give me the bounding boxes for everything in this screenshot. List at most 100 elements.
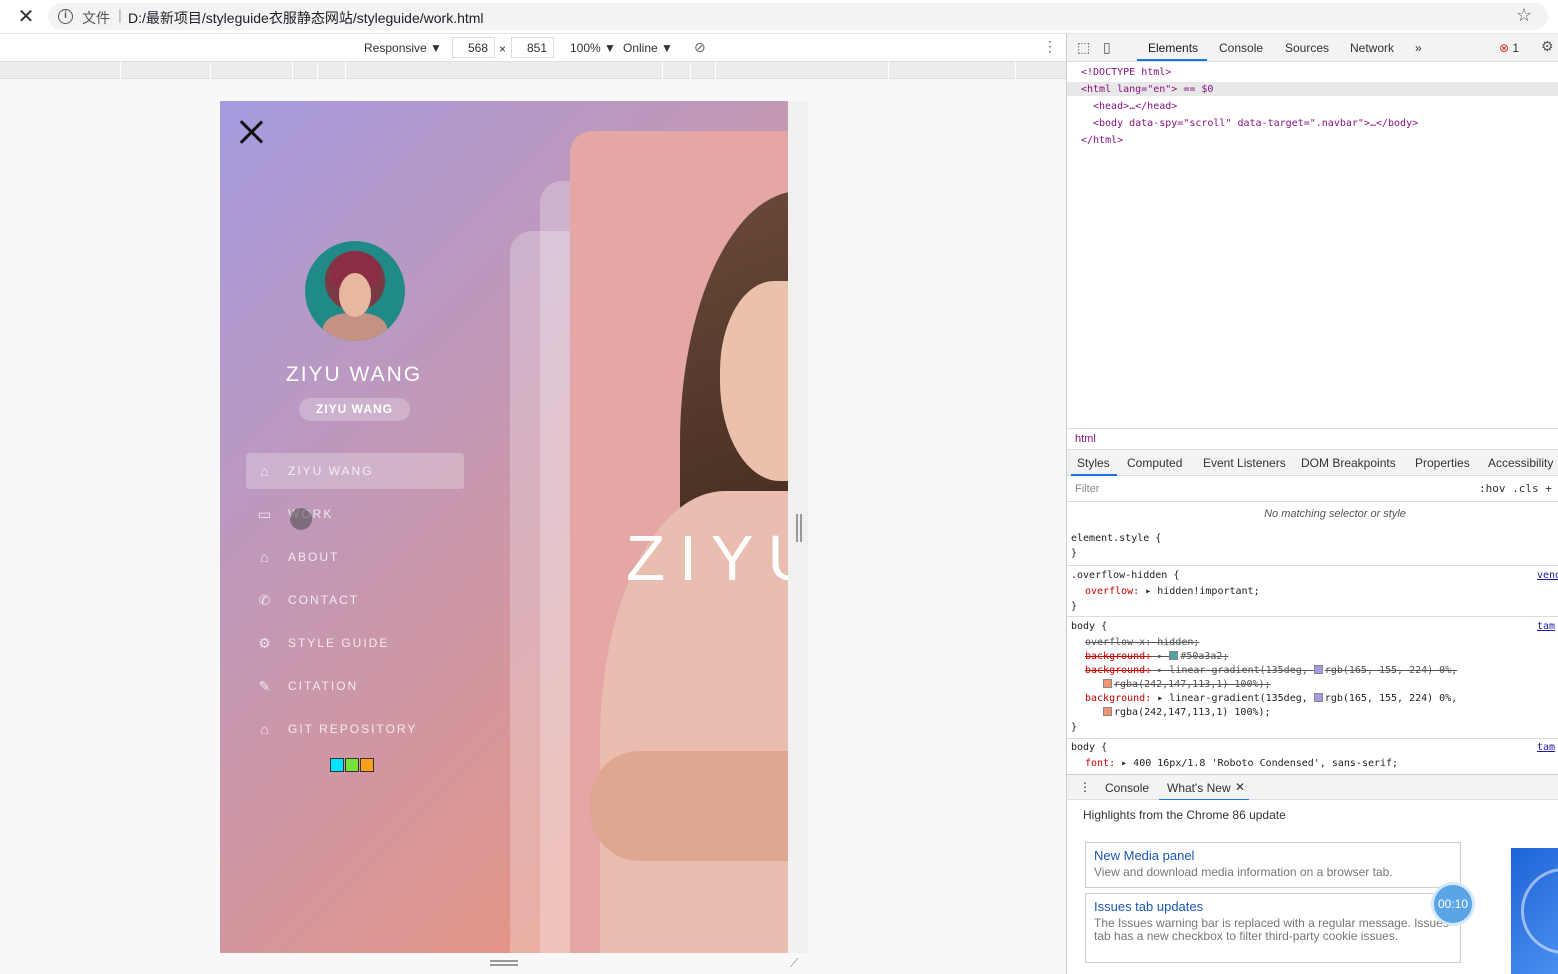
dom-tree: <!DOCTYPE html> <html lang="en"> == $0 <… [1067,62,1558,402]
decl-font[interactable]: font: ▸ 400 16px/1.8 'Roboto Condensed',… [1085,758,1398,769]
more-options-icon[interactable]: ⋮ [1043,38,1057,55]
swatch-cyan[interactable] [330,758,344,772]
rule-overflow-hidden[interactable]: .overflow-hidden {vendor [1071,570,1558,581]
rule-body-font[interactable]: body {tam [1071,742,1558,753]
recording-timer-badge[interactable]: 00:10 [1431,882,1475,926]
nav-item-label: GIT REPOSITORY [288,722,418,736]
nav-item-home[interactable]: ⌂ ZIYU WANG [246,453,464,489]
swatch-green[interactable] [345,758,359,772]
styles-filter-input[interactable]: Filter [1075,483,1099,495]
network-throttle-select[interactable]: Online ▼ [623,41,673,55]
color-swatch-purple [1313,693,1323,702]
rule-element-style[interactable]: element.style { [1071,533,1161,544]
inspect-element-icon[interactable]: ⬚ [1077,39,1090,56]
tab-styles[interactable]: Styles [1077,456,1110,470]
whats-new-card-title[interactable]: New Media panel [1094,848,1452,863]
whats-new-card-desc: View and download media information on a… [1094,865,1393,879]
decl-background-active[interactable]: background: ▸ linear-gradient(135deg, rg… [1085,693,1457,704]
graduation-cap-icon: ⌂ [260,549,269,565]
info-icon[interactable]: i [58,9,73,24]
dom-html-close: </html> [1081,135,1124,146]
error-count: 1 [1512,41,1520,55]
drawer-tab-whats-new[interactable]: What's New [1167,781,1231,795]
hov-cls-buttons[interactable]: :hov .cls + [1479,482,1552,495]
decl-gradient-overridden[interactable]: background: ▸ linear-gradient(135deg, rg… [1085,665,1457,676]
touch-cursor [290,508,312,530]
tab-network[interactable]: Network [1350,41,1394,55]
rule-close: } [1071,601,1078,612]
whats-new-card-title[interactable]: Issues tab updates [1094,899,1452,914]
browser-top-bar: ✕ i 文件 | D:/最新项目/styleguide衣服静态网站/styleg… [0,0,1558,34]
menu-close-icon[interactable] [238,119,264,145]
nav-item-git-repository[interactable]: ⌂ GIT REPOSITORY [246,711,464,747]
color-swatch-orange [1103,707,1112,716]
tab-properties[interactable]: Properties [1415,456,1470,470]
viewport-height-input[interactable]: 851 [511,37,554,58]
error-icon: ⊗ [1499,41,1510,55]
dimension-times: × [499,42,507,56]
whats-new-card[interactable]: Issues tab updates The Issues warning ba… [1085,893,1461,963]
viewport-resize-corner[interactable]: ⟋ [790,956,804,970]
url-text[interactable]: D:/最新项目/styleguide衣服静态网站/styleguide/work… [128,8,484,28]
nav-item-label: ZIYU WANG [288,464,374,478]
drawer-tab-console[interactable]: Console [1105,781,1149,795]
briefcase-icon: ▭ [257,506,272,522]
tab-accessibility[interactable]: Accessibility [1488,456,1553,470]
tab-dom-breakpoints[interactable]: DOM Breakpoints [1301,456,1396,470]
decl-overflow[interactable]: overflow: ▸ hidden!important; [1085,586,1260,597]
nav-item-work[interactable]: ▭ WORK [246,496,464,532]
tab-sources[interactable]: Sources [1285,41,1329,55]
whats-new-card[interactable]: New Media panel View and download media … [1085,842,1461,888]
drawer-menu-icon[interactable]: ⋮ [1079,780,1091,794]
breadcrumb-html[interactable]: html [1075,433,1096,445]
devtools-tab-bar: ⬚ ▯ Elements Console Sources Network » ⊗… [1067,34,1558,62]
nav-item-citation[interactable]: ✎ CITATION [246,668,464,704]
nav-item-style-guide[interactable]: ⚙ STYLE GUIDE [246,625,464,661]
more-tabs-icon[interactable]: » [1415,41,1422,55]
viewport-width-input[interactable]: 568 [452,37,495,58]
pencil-icon: ✎ [258,678,271,694]
error-count-badge[interactable]: ⊗ 1 [1499,41,1519,55]
nav-item-label: CONTACT [288,593,360,607]
css-rules: No matching selector or style element.st… [1067,502,1558,772]
styles-tab-bar: Styles Computed Event Listeners DOM Brea… [1067,450,1558,476]
bookmark-star-icon[interactable]: ☆ [1516,5,1532,26]
whats-new-panel: Highlights from the Chrome 86 update New… [1067,800,1558,974]
dom-doctype: <!DOCTYPE html> [1081,67,1172,78]
viewport-resize-handle-bottom[interactable] [490,960,518,966]
close-icon[interactable]: ✕ [1235,780,1245,794]
device-toggle-icon[interactable]: ▯ [1103,39,1111,56]
whats-new-heading: Highlights from the Chrome 86 update [1083,808,1286,822]
active-tab-indicator [1137,59,1207,61]
address-bar[interactable]: i 文件 | D:/最新项目/styleguide衣服静态网站/stylegui… [48,3,1548,30]
rule-source-link[interactable]: tam [1537,742,1555,753]
settings-gear-icon[interactable]: ⚙ [1541,38,1554,55]
color-swatches [330,758,375,773]
swatch-orange[interactable] [360,758,374,772]
rotate-icon[interactable]: ⊘ [694,39,706,56]
device-mode-select[interactable]: Responsive ▼ [364,41,442,55]
zoom-select[interactable]: 100% ▼ [570,41,616,55]
nav-item-about[interactable]: ⌂ ABOUT [246,539,464,575]
viewport-resize-handle-right[interactable] [796,514,802,542]
dom-html-open[interactable]: <html lang="en"> == $0 [1081,84,1213,95]
color-swatch-orange [1103,679,1112,688]
dom-body[interactable]: <body data-spy="scroll" data-target=".na… [1093,118,1418,129]
media-query-ruler[interactable] [0,62,1066,79]
breadcrumb: html [1067,428,1558,450]
tab-computed[interactable]: Computed [1127,456,1182,470]
rule-source-link[interactable]: vendor [1537,570,1558,581]
decl-overflow-x-overridden[interactable]: overflow-x: hidden; [1085,637,1199,648]
tab-console[interactable]: Console [1219,41,1263,55]
tab-event-listeners[interactable]: Event Listeners [1203,456,1286,470]
dom-head[interactable]: <head>…</head> [1093,101,1177,112]
rule-body[interactable]: body {tam [1071,621,1558,632]
profile-subname-badge: ZIYU WANG [299,398,410,421]
devtools-panel: ⬚ ▯ Elements Console Sources Network » ⊗… [1066,34,1558,974]
decl-background-overridden[interactable]: background: ▸ #50a3a2; [1085,651,1228,662]
tab-elements[interactable]: Elements [1148,41,1198,55]
nav-item-contact[interactable]: ✆ CONTACT [246,582,464,618]
rule-source-link[interactable]: tam [1537,621,1555,632]
close-icon[interactable]: ✕ [14,6,38,28]
hero-title: ZIYU [626,522,788,594]
